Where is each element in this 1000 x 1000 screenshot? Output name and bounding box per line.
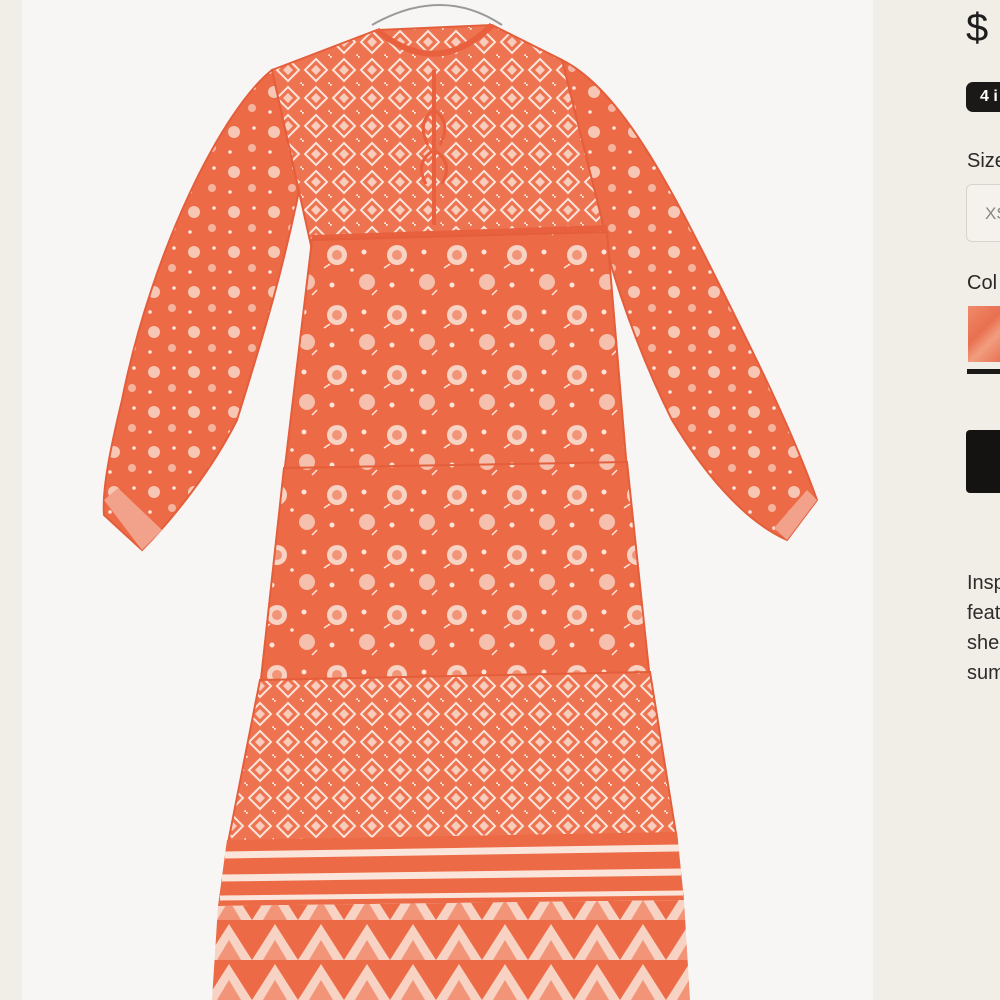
description-line: feat: [967, 602, 1000, 624]
dress-illustration: [102, 4, 819, 1000]
description-line: sum: [967, 662, 1000, 684]
color-swatch[interactable]: [968, 306, 1000, 362]
hanger: [371, 4, 503, 26]
add-to-cart-button[interactable]: [966, 430, 1000, 493]
stock-badge: 4 i: [966, 82, 1000, 112]
size-option-xs[interactable]: XS: [966, 184, 1000, 242]
description-line: Insp: [967, 572, 1000, 594]
product-price: $ 1: [966, 6, 1000, 50]
selected-swatch-indicator: [967, 369, 1000, 374]
product-image[interactable]: [22, 0, 873, 1000]
description-line: she: [967, 632, 1000, 654]
color-label: Col: [967, 272, 998, 294]
size-label: Size: [967, 150, 1000, 172]
product-description: Insp feat she sum: [967, 568, 1000, 688]
